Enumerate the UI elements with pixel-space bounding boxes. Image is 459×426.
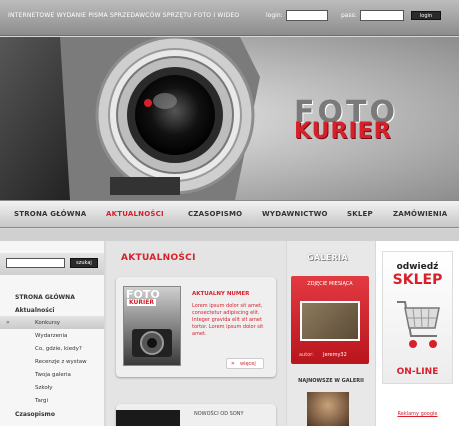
search-input[interactable] (6, 258, 65, 268)
login-input[interactable] (286, 10, 328, 21)
ad-text-shop: SKLEP (392, 272, 443, 288)
news-card: FOTO KURIER AKTUALNY NUMER Lorem ipsum d… (116, 277, 276, 377)
photo-of-month-image[interactable] (300, 301, 360, 341)
sidebar-item-targi[interactable]: Targi (35, 398, 48, 404)
sidebar-search: szukaj (0, 253, 104, 275)
logo-kurier[interactable]: KURIER (294, 119, 392, 144)
pass-label: pass: (341, 12, 357, 19)
shopping-cart-icon (397, 301, 440, 348)
photo-of-month-title: ZDJĘCIE MIESIĄCA (307, 281, 353, 287)
sidebar-item-konkursy[interactable]: Konkursy (35, 320, 60, 326)
newest-title: NAJNOWSZE W GALERII (298, 378, 364, 384)
ad-column: odwiedź SKLEP ON-LINE Reklamy google (376, 241, 459, 426)
ad-text-visit: odwiedź (396, 262, 439, 272)
nav-czasopismo[interactable]: CZASOPISMO (188, 210, 242, 218)
login-label: login: (266, 12, 283, 19)
card-title[interactable]: AKTUALNY NUMER (192, 291, 249, 297)
newest-photo-image[interactable] (307, 392, 349, 426)
shop-ad-banner[interactable]: odwiedź SKLEP ON-LINE (382, 251, 453, 384)
gallery-title: GALERIA (307, 253, 348, 262)
password-input[interactable] (360, 10, 404, 21)
section-title: AKTUALNOŚCI (121, 253, 196, 263)
author-link[interactable]: Jeremy32 (323, 352, 347, 358)
double-arrow-icon: » (231, 360, 235, 367)
author-label: autor: (299, 352, 314, 358)
news-thumbnail[interactable] (116, 410, 180, 426)
top-bar: INTERNETOWE WYDANIE PISMA SPRZEDAWCÓW SP… (0, 0, 459, 36)
sidebar-item-strona-glowna[interactable]: STRONA GŁÓWNA (15, 294, 75, 301)
card-title[interactable]: NOWOŚCI OD SONY (194, 411, 244, 417)
cover-camera-icon (132, 329, 172, 357)
camera-illustration (0, 37, 260, 200)
google-ads-link[interactable]: Reklamy google (376, 411, 459, 417)
more-button[interactable]: » więcej (226, 358, 264, 369)
more-button-label: więcej (240, 361, 256, 367)
magazine-cover-image[interactable]: FOTO KURIER (123, 286, 181, 366)
gallery-column: GALERIA ZDJĘCIE MIESIĄCA autor: Jeremy32… (287, 241, 375, 426)
cover-title-kurier: KURIER (127, 299, 156, 306)
nav-sklep[interactable]: SKLEP (347, 210, 373, 218)
sidebar-item-aktualnosci[interactable]: Aktualności (15, 307, 54, 314)
hero-banner: FOTO KURIER (0, 37, 459, 200)
page: INTERNETOWE WYDANIE PISMA SPRZEDAWCÓW SP… (0, 0, 459, 426)
photo-of-month-box: ZDJĘCIE MIESIĄCA autor: Jeremy32 (291, 276, 369, 364)
login-button[interactable]: login (411, 11, 441, 20)
active-arrow-icon: » (6, 319, 10, 326)
nav-aktualnosci[interactable]: AKTUALNOŚCI (106, 210, 164, 218)
news-column: AKTUALNOŚCI FOTO KURIER AKTUALNY NUMER L… (106, 241, 286, 426)
sidebar-item-szkoly[interactable]: Szkoły (35, 385, 53, 391)
nav-zamowienia[interactable]: ZAMÓWIENIA (393, 210, 447, 218)
sidebar-item-czasopismo[interactable]: Czasopismo (15, 411, 55, 418)
search-button[interactable]: szukaj (70, 258, 98, 268)
nav-shadow (0, 229, 459, 241)
nav-wydawnictwo[interactable]: WYDAWNICTWO (262, 210, 328, 218)
main-nav: STRONA GŁÓWNA AKTUALNOŚCI CZASOPISMO WYD… (0, 200, 459, 228)
sidebar: szukaj » STRONA GŁÓWNA Aktualności Konku… (0, 241, 104, 426)
site-tagline: INTERNETOWE WYDANIE PISMA SPRZEDAWCÓW SP… (8, 12, 240, 19)
ad-text-online: ON-LINE (396, 367, 439, 377)
nav-strona-glowna[interactable]: STRONA GŁÓWNA (14, 210, 86, 218)
sidebar-item-recenzje[interactable]: Recenzje z wystaw (35, 359, 87, 365)
news-card: NOWOŚCI OD SONY (116, 404, 276, 426)
sidebar-item-wydarzenia[interactable]: Wydarzenia (35, 333, 67, 339)
card-excerpt: Lorem ipsum dolor sit amet, consectetur … (192, 303, 264, 337)
sidebar-item-co-gdzie-kiedy[interactable]: Co, gdzie, kiedy? (35, 346, 82, 352)
sidebar-item-twoja-galeria[interactable]: Twoja galeria (35, 372, 71, 378)
